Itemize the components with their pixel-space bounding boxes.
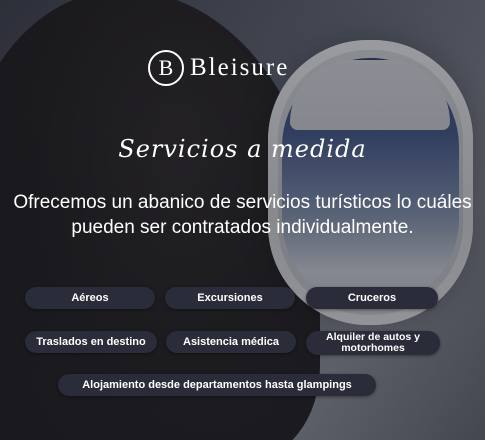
service-pill-alquiler: Alquiler de autos y motorhomes [306,331,440,355]
service-pill-excursiones: Excursiones [165,287,295,309]
service-pill-traslados: Traslados en destino [25,331,157,353]
service-pill-aereos: Aéreos [25,287,155,309]
service-pill-alojamiento: Alojamiento desde departamentos hasta gl… [58,374,376,396]
service-pill-asistencia: Asistencia médica [166,331,296,353]
brand-logo: B Bleisure [148,48,289,88]
service-pill-cruceros: Cruceros [306,287,438,309]
section-title: Servicios a medida [118,135,367,163]
brand-name: Bleisure [190,54,290,81]
logo-mark-icon: B [148,50,184,86]
services-description: Ofrecemos un abanico de servicios turíst… [13,192,472,238]
promo-banner: B Bleisure Servicios a medida Ofrecemos … [0,0,485,440]
